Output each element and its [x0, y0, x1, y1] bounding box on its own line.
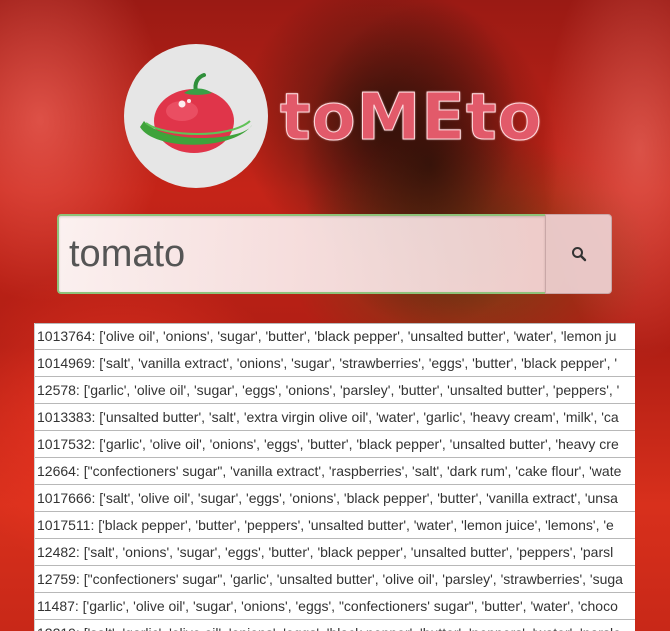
logo-badge [124, 44, 268, 188]
list-item[interactable]: 1014969: ['salt', 'vanilla extract', 'on… [35, 350, 635, 377]
app-logo: toMEto [124, 44, 543, 188]
list-item[interactable]: 1013764: ['olive oil', 'onions', 'sugar'… [35, 323, 635, 350]
list-item[interactable]: 12219: ['salt', 'garlic', 'olive oil', '… [35, 620, 635, 631]
list-item[interactable]: 12482: ['salt', 'onions', 'sugar', 'eggs… [35, 539, 635, 566]
results-list: 1013764: ['olive oil', 'onions', 'sugar'… [34, 323, 635, 631]
search-input[interactable] [57, 214, 545, 294]
list-item[interactable]: 1017666: ['salt', 'olive oil', 'sugar', … [35, 485, 635, 512]
list-item[interactable]: 1013383: ['unsalted butter', 'salt', 'ex… [35, 404, 635, 431]
list-item[interactable]: 12578: ['garlic', 'olive oil', 'sugar', … [35, 377, 635, 404]
list-item[interactable]: 1017532: ['garlic', 'olive oil', 'onions… [35, 431, 635, 458]
tomato-icon [140, 73, 252, 153]
logo-wordmark: toMEto [280, 81, 543, 155]
list-item[interactable]: 12664: ["confectioners' sugar", 'vanilla… [35, 458, 635, 485]
search-button[interactable] [545, 214, 612, 294]
search-icon [571, 247, 586, 262]
list-item[interactable]: 12759: ["confectioners' sugar", 'garlic'… [35, 566, 635, 593]
list-item[interactable]: 11487: ['garlic', 'olive oil', 'sugar', … [35, 593, 635, 620]
search-bar [57, 214, 612, 294]
list-item[interactable]: 1017511: ['black pepper', 'butter', 'pep… [35, 512, 635, 539]
